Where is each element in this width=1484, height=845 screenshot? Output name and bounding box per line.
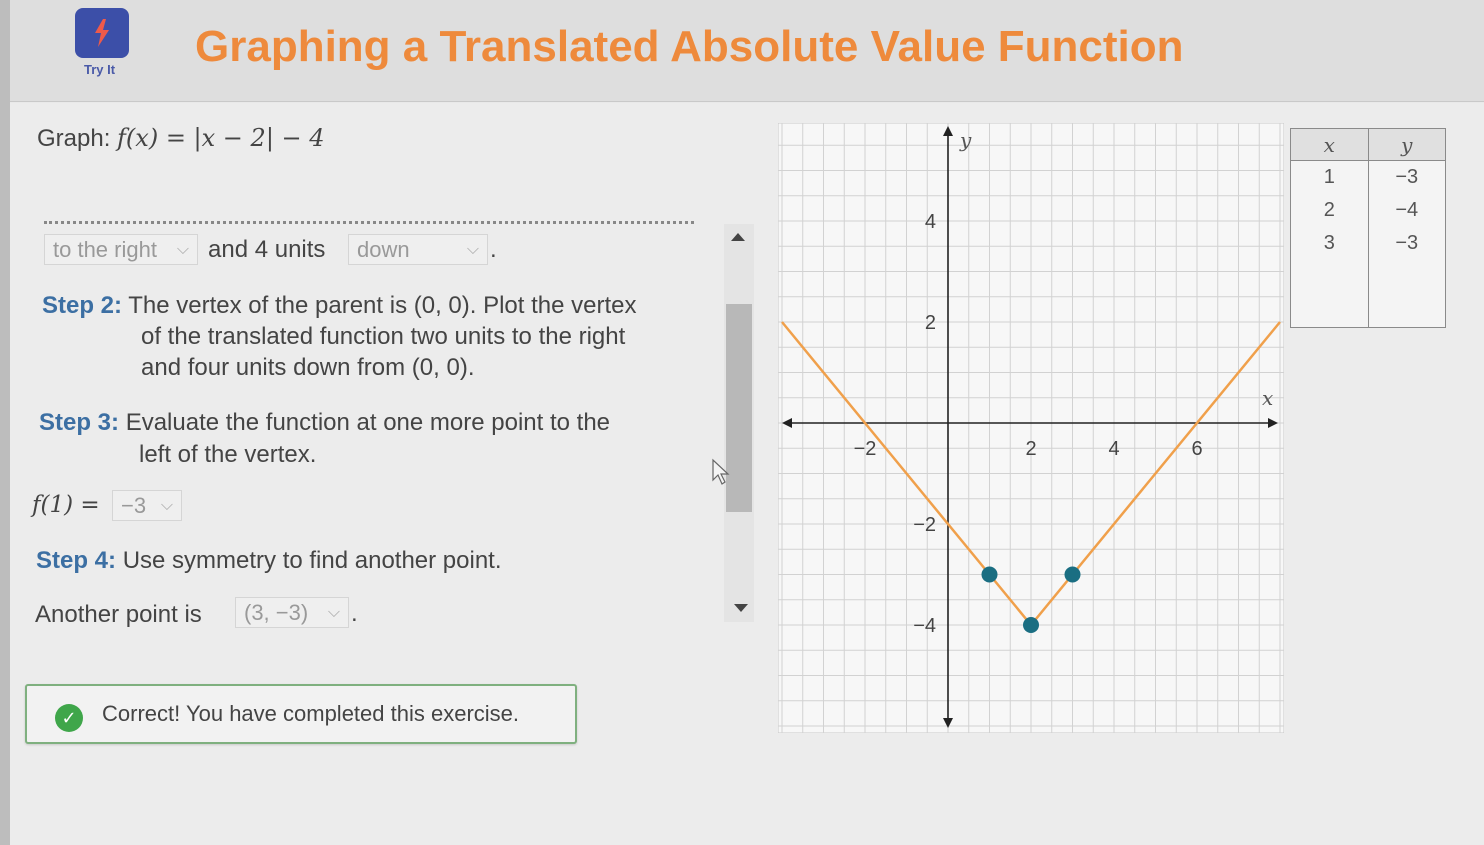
eval-dropdown[interactable]: −3 ⌵ bbox=[112, 490, 182, 521]
x-axis-label: x bbox=[1262, 386, 1273, 410]
vertical-dropdown-value: down bbox=[357, 236, 410, 262]
plotted-point bbox=[1023, 617, 1039, 633]
try-it-icon[interactable] bbox=[75, 8, 129, 58]
left-edge bbox=[0, 0, 10, 845]
table-body: 1 2 3 −3 −4 −3 bbox=[1291, 161, 1445, 327]
vertical-dropdown[interactable]: down ⌵ bbox=[348, 234, 488, 265]
step4-label: Step 4: bbox=[36, 547, 117, 574]
scroll-down-arrow-icon[interactable] bbox=[734, 604, 748, 612]
graph-prompt: Graph: f(x) = |x − 2| − 4 bbox=[37, 124, 325, 153]
y-tick-label: 4 bbox=[925, 211, 936, 233]
another-point-label: Another point is bbox=[35, 601, 202, 628]
chevron-down-icon: ⌵ bbox=[176, 240, 189, 258]
clipped-text-line bbox=[44, 218, 694, 226]
checkmark-icon: ✓ bbox=[55, 704, 83, 732]
table-cell: −3 bbox=[1395, 232, 1419, 254]
feedback-box: ✓ Correct! You have completed this exerc… bbox=[25, 684, 577, 744]
another-point-dropdown[interactable]: (3, −3) ⌵ bbox=[235, 597, 349, 628]
lightning-icon bbox=[95, 19, 109, 47]
table-cell: 2 bbox=[1323, 199, 1335, 221]
step3-text1: Evaluate the function at one more point … bbox=[125, 409, 611, 436]
table-header-y: y bbox=[1367, 129, 1446, 160]
step2-line1: Step 2: The vertex of the parent is (0, … bbox=[42, 292, 637, 320]
table-cell: 1 bbox=[1323, 166, 1335, 188]
y-tick-label: −4 bbox=[913, 615, 936, 637]
eval-label: f(1) = bbox=[32, 492, 100, 518]
table-header-x: x bbox=[1323, 133, 1335, 157]
step1-period: . bbox=[490, 236, 497, 263]
step2-text1: The vertex of the parent is (0, 0). Plot… bbox=[128, 292, 637, 319]
table-column-x: 1 2 3 bbox=[1291, 161, 1368, 327]
plotted-point bbox=[981, 566, 998, 583]
coordinate-graph[interactable]: x y −2 2 4 6 4 2 −2 −4 bbox=[778, 123, 1284, 733]
direction-dropdown-value: to the right bbox=[53, 236, 157, 262]
step2-line3: and four units down from (0, 0). bbox=[141, 354, 475, 381]
y-tick-label: −2 bbox=[913, 514, 936, 536]
y-axis-label: y bbox=[959, 128, 972, 152]
xy-table: x y 1 2 3 −3 −4 −3 bbox=[1290, 128, 1446, 328]
chevron-down-icon: ⌵ bbox=[160, 496, 173, 514]
plotted-point bbox=[1064, 566, 1081, 583]
chevron-down-icon: ⌵ bbox=[466, 240, 479, 258]
step4-line1: Step 4: Use symmetry to find another poi… bbox=[36, 547, 502, 575]
step3-line1: Step 3: Evaluate the function at one mor… bbox=[39, 409, 610, 437]
x-tick-label: 4 bbox=[1108, 438, 1119, 460]
table-cell: 3 bbox=[1323, 232, 1335, 254]
step2-line2: of the translated function two units to … bbox=[141, 323, 626, 350]
x-tick-label: 6 bbox=[1191, 438, 1202, 460]
step2-label: Step 2: bbox=[42, 292, 123, 319]
scroll-up-arrow-icon[interactable] bbox=[731, 233, 745, 241]
x-tick-label: −2 bbox=[854, 438, 877, 460]
eval-dropdown-value: −3 bbox=[121, 492, 147, 518]
y-tick-label: 2 bbox=[925, 312, 936, 334]
step1-middle-text: and 4 units bbox=[208, 236, 326, 263]
table-cell: −3 bbox=[1395, 166, 1419, 188]
another-point-value: (3, −3) bbox=[244, 599, 309, 625]
mouse-cursor-icon bbox=[712, 458, 730, 485]
feedback-text: Correct! You have completed this exercis… bbox=[102, 701, 520, 726]
x-tick-label: 2 bbox=[1025, 438, 1036, 460]
step4-text1: Use symmetry to find another point. bbox=[122, 547, 502, 574]
step4-period: . bbox=[351, 600, 358, 627]
try-it-label: Try It bbox=[84, 62, 116, 77]
graph-prefix: Graph: bbox=[37, 125, 111, 152]
page-title: Graphing a Translated Absolute Value Fun… bbox=[195, 22, 1184, 71]
direction-dropdown[interactable]: to the right ⌵ bbox=[44, 234, 198, 265]
table-cell: −4 bbox=[1395, 199, 1419, 221]
function-expression: f(x) = |x − 2| − 4 bbox=[117, 124, 325, 152]
step3-line2: left of the vertex. bbox=[139, 441, 317, 468]
step3-label: Step 3: bbox=[39, 409, 120, 436]
chevron-down-icon: ⌵ bbox=[327, 603, 340, 621]
table-column-y: −3 −4 −3 bbox=[1367, 161, 1446, 327]
table-header: x y bbox=[1291, 129, 1445, 161]
